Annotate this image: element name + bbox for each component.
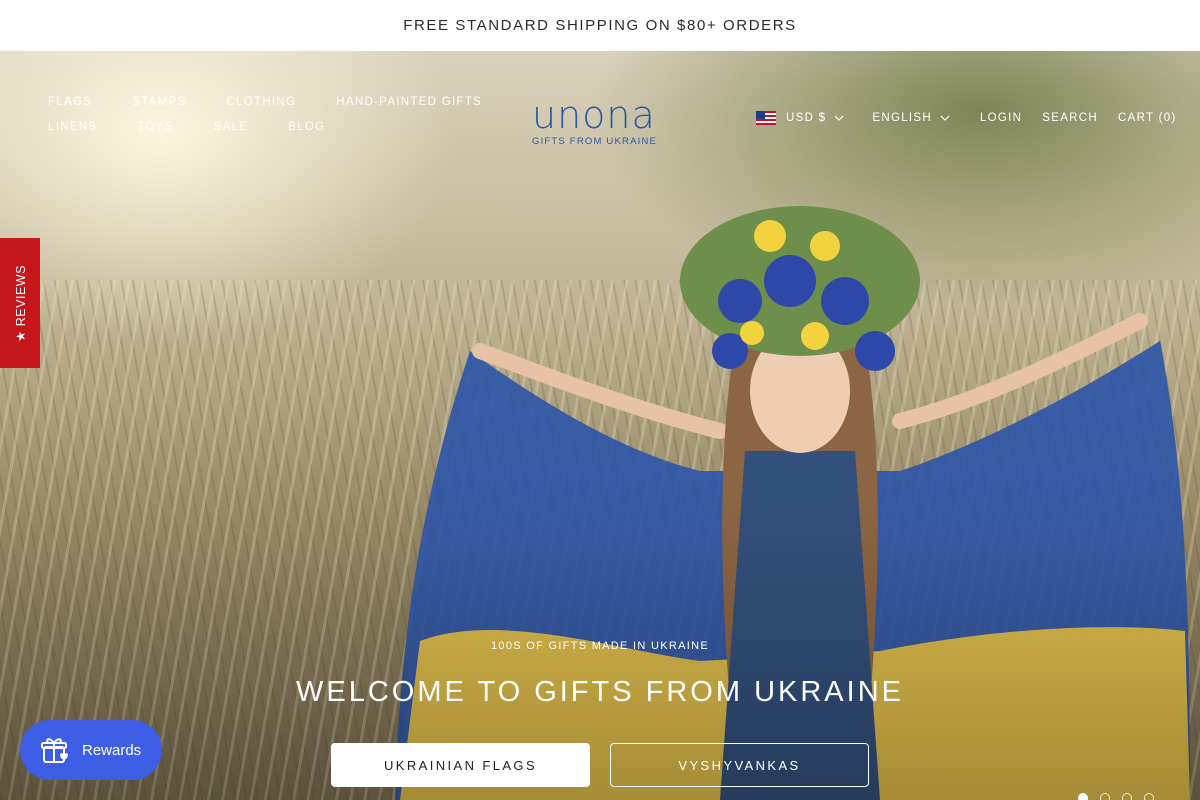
reviews-tab-label: ★ REVIEWS xyxy=(13,264,28,342)
language-selector[interactable]: ENGLISH xyxy=(872,112,950,124)
nav-item-blog[interactable]: BLOG xyxy=(288,121,325,133)
search-link[interactable]: SEARCH xyxy=(1042,112,1098,124)
nav-item-sale[interactable]: SALE xyxy=(214,121,249,133)
nav-item-linens[interactable]: LINENS xyxy=(48,121,97,133)
logo-wordmark: unona xyxy=(532,93,656,137)
ukrainian-flags-button[interactable]: UKRAINIAN FLAGS xyxy=(331,743,590,787)
chevron-down-icon xyxy=(834,115,844,121)
nav-row-2: LINENS TOYS SALE BLOG xyxy=(48,121,508,133)
hero-headline: WELCOME TO GIFTS FROM UKRAINE xyxy=(296,676,904,708)
gift-icon xyxy=(41,738,68,763)
us-flag-icon xyxy=(756,111,776,125)
currency-selector[interactable]: USD $ xyxy=(756,111,844,125)
nav-item-flags[interactable]: FLAGS xyxy=(48,96,92,108)
logo-subtitle: GIFTS FROM UKRAINE xyxy=(532,136,658,147)
language-label: ENGLISH xyxy=(872,112,932,124)
announcement-text: FREE STANDARD SHIPPING ON $80+ ORDERS xyxy=(403,17,797,34)
login-link[interactable]: LOGIN xyxy=(980,112,1022,124)
rewards-label: Rewards xyxy=(82,741,142,759)
nav-item-hand-painted-gifts[interactable]: HAND-PAINTED GIFTS xyxy=(336,96,482,108)
nav-row-1: FLAGS STAMPS CLOTHING HAND-PAINTED GIFTS xyxy=(48,96,508,108)
reviews-tab[interactable]: ★ REVIEWS xyxy=(0,238,40,368)
site-logo[interactable]: unona GIFTS FROM UKRAINE xyxy=(532,96,682,152)
slideshow-dots xyxy=(1078,793,1154,800)
slide-dot-3[interactable] xyxy=(1122,793,1132,800)
slide-dot-4[interactable] xyxy=(1144,793,1154,800)
announcement-bar: FREE STANDARD SHIPPING ON $80+ ORDERS xyxy=(0,0,1200,51)
cart-link[interactable]: CART (0) xyxy=(1118,112,1177,124)
slide-dot-2[interactable] xyxy=(1100,793,1110,800)
main-navigation: FLAGS STAMPS CLOTHING HAND-PAINTED GIFTS… xyxy=(48,96,508,146)
vyshyvankas-button[interactable]: VYSHYVANKAS xyxy=(610,743,869,787)
nav-item-clothing[interactable]: CLOTHING xyxy=(226,96,296,108)
slide-dot-1[interactable] xyxy=(1078,793,1088,800)
chevron-down-icon xyxy=(940,115,950,121)
nav-item-stamps[interactable]: STAMPS xyxy=(132,96,186,108)
nav-item-toys[interactable]: TOYS xyxy=(137,121,173,133)
rewards-launcher[interactable]: Rewards xyxy=(20,720,162,780)
currency-label: USD $ xyxy=(786,112,827,124)
header-utilities: USD $ ENGLISH LOGIN SEARCH CART (0) xyxy=(756,108,1177,128)
hero-eyebrow: 100S OF GIFTS MADE IN UKRAINE xyxy=(490,640,709,652)
